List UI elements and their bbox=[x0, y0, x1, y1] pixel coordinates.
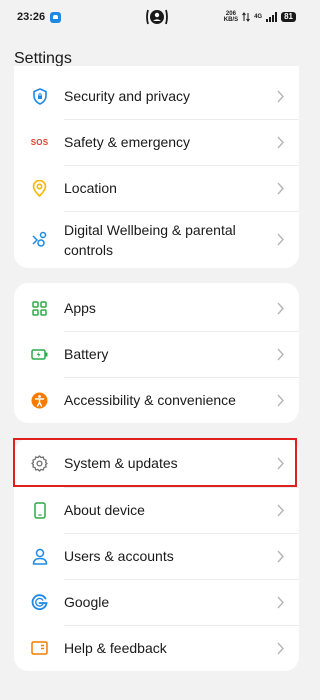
settings-item-label: Accessibility & convenience bbox=[64, 392, 236, 408]
status-time: 23:26 bbox=[17, 11, 46, 23]
signal-icon bbox=[266, 12, 278, 22]
chevron-right-icon bbox=[277, 233, 284, 245]
settings-item-label: Apps bbox=[64, 300, 96, 316]
chevron-right-icon bbox=[277, 642, 284, 654]
google-icon bbox=[31, 593, 48, 611]
settings-item-label-line2: controls bbox=[64, 242, 114, 258]
settings-item-label: Google bbox=[64, 594, 110, 610]
divider bbox=[64, 377, 299, 378]
shield-icon bbox=[31, 87, 48, 105]
settings-item-location[interactable]: Location bbox=[14, 169, 299, 207]
divider bbox=[64, 119, 299, 120]
settings-item-label: Digital Wellbeing & parental controls bbox=[64, 220, 236, 260]
settings-item-apps[interactable]: Apps bbox=[14, 288, 299, 328]
chevron-right-icon bbox=[277, 302, 284, 314]
settings-item-help-and-feedback[interactable]: Help & feedback bbox=[14, 628, 299, 668]
chevron-right-icon bbox=[277, 348, 284, 360]
feedback-icon bbox=[31, 640, 48, 657]
chevron-right-icon bbox=[277, 504, 284, 516]
settings-item-label: About device bbox=[64, 502, 145, 518]
apps-icon bbox=[31, 300, 48, 317]
settings-item-label: Help & feedback bbox=[64, 640, 167, 656]
settings-item-label: Users & accounts bbox=[64, 548, 174, 564]
settings-item-system-and-updates[interactable]: System & updates bbox=[14, 443, 299, 483]
settings-group-apps: Apps Battery Accessibility & convenience bbox=[14, 283, 299, 423]
settings-group-privacy: Security and privacy SOS Safety & emerge… bbox=[14, 66, 299, 268]
settings-item-battery[interactable]: Battery bbox=[14, 334, 299, 374]
settings-item-about-device[interactable]: About device bbox=[14, 490, 299, 530]
divider bbox=[64, 211, 299, 212]
status-bar: 23:26 206 KB/S 4G 81 bbox=[0, 0, 313, 36]
divider bbox=[64, 331, 299, 332]
battery-icon bbox=[31, 346, 48, 363]
face-unlock-icon bbox=[146, 9, 168, 25]
status-right-cluster: 206 KB/S 4G 81 bbox=[224, 11, 296, 23]
divider bbox=[64, 625, 299, 626]
divider bbox=[64, 533, 299, 534]
network-speed-unit: KB/S bbox=[223, 17, 239, 23]
battery-level: 81 bbox=[281, 12, 296, 22]
divider bbox=[64, 487, 299, 488]
settings-item-security-and-privacy[interactable]: Security and privacy bbox=[14, 77, 299, 115]
gear-icon bbox=[31, 454, 48, 472]
settings-item-label: Location bbox=[64, 180, 117, 196]
sos-icon: SOS bbox=[31, 134, 48, 151]
chevron-right-icon bbox=[277, 182, 284, 194]
settings-item-label-line1: Digital Wellbeing & parental bbox=[64, 222, 236, 238]
settings-item-safety-and-emergency[interactable]: SOS Safety & emergency bbox=[14, 123, 299, 161]
chevron-right-icon bbox=[277, 550, 284, 562]
settings-item-users-and-accounts[interactable]: Users & accounts bbox=[14, 536, 299, 576]
user-icon bbox=[31, 548, 48, 565]
phone-icon bbox=[31, 501, 48, 519]
settings-item-label: Safety & emergency bbox=[64, 134, 191, 150]
digital-wellbeing-icon bbox=[31, 231, 48, 248]
data-arrows-icon bbox=[242, 12, 250, 22]
messenger-notification-icon bbox=[50, 12, 61, 23]
settings-item-label: Security and privacy bbox=[64, 88, 191, 104]
settings-group-system: System & updates About device Users & ac… bbox=[14, 439, 299, 671]
network-speed: 206 KB/S bbox=[224, 11, 238, 23]
network-type: 4G bbox=[254, 14, 263, 20]
chevron-right-icon bbox=[277, 457, 284, 469]
settings-item-accessibility[interactable]: Accessibility & convenience bbox=[14, 380, 299, 420]
accessibility-icon bbox=[31, 392, 48, 409]
chevron-right-icon bbox=[277, 394, 284, 406]
location-pin-icon bbox=[31, 179, 48, 197]
sos-icon-text: SOS bbox=[30, 137, 49, 147]
chevron-right-icon bbox=[277, 90, 284, 102]
divider bbox=[64, 165, 299, 166]
settings-item-digital-wellbeing[interactable]: Digital Wellbeing & parental controls bbox=[14, 216, 299, 262]
chevron-right-icon bbox=[277, 596, 284, 608]
settings-item-label: Battery bbox=[64, 346, 109, 362]
settings-item-label: System & updates bbox=[64, 455, 178, 471]
settings-item-google[interactable]: Google bbox=[14, 582, 299, 622]
divider bbox=[64, 579, 299, 580]
chevron-right-icon bbox=[277, 136, 284, 148]
